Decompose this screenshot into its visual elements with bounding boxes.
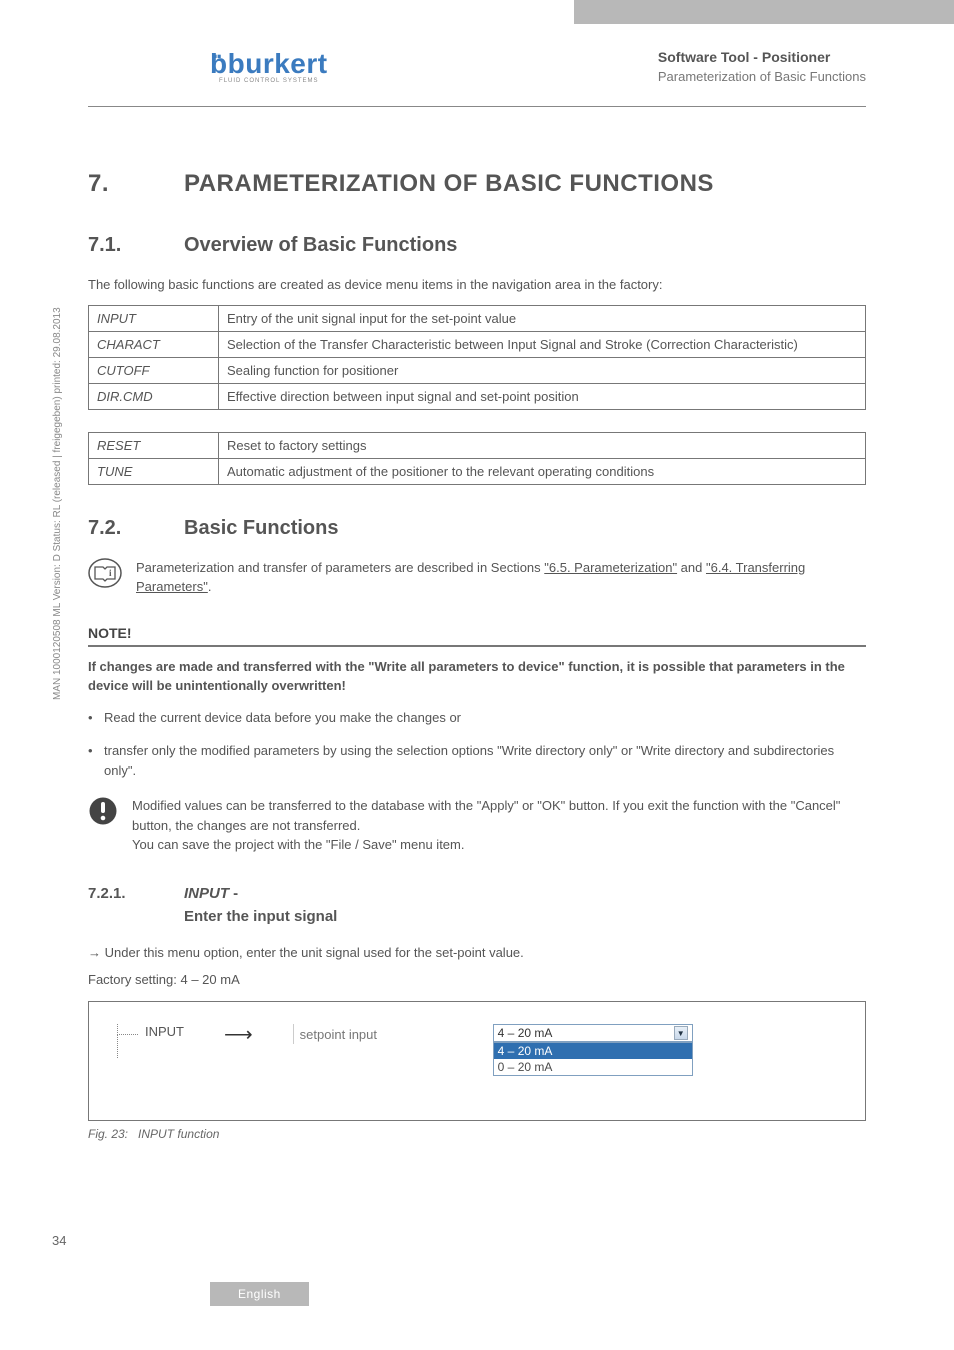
svg-text:i: i [109, 568, 112, 578]
warning-text: Modified values can be transferred to th… [132, 796, 866, 855]
table-row: CHARACTSelection of the Transfer Charact… [89, 331, 866, 357]
doc-subtitle: Parameterization of Basic Functions [658, 69, 866, 84]
chevron-down-icon[interactable]: ▼ [674, 1026, 688, 1040]
table-row: DIR.CMDEffective direction between input… [89, 383, 866, 409]
note-bullets: Read the current device data before you … [88, 708, 866, 781]
table-row: INPUTEntry of the unit signal input for … [89, 305, 866, 331]
functions-table-2: RESETReset to factory settings TUNEAutom… [88, 432, 866, 485]
warning-callout: Modified values can be transferred to th… [88, 796, 866, 855]
brand-logo: bburkert FLUID CONTROL SYSTEMS [210, 48, 328, 84]
heading-7-1: 7.1. Overview of Basic Functions [88, 234, 866, 257]
func-name: RESET [89, 432, 219, 458]
tree-node-input[interactable]: INPUT [117, 1024, 184, 1039]
func-name: CHARACT [89, 331, 219, 357]
heading-7-2-1: 7.2.1. INPUT - [88, 885, 866, 902]
dropdown-selected-value: 4 – 20 mA [498, 1026, 553, 1040]
intro-text: The following basic functions are create… [88, 275, 866, 295]
info-book-icon: i [88, 558, 122, 588]
info-callout: i Parameterization and transfer of param… [88, 558, 866, 597]
func-desc: Entry of the unit signal input for the s… [219, 305, 866, 331]
instruction-text: Under this menu option, enter the unit s… [88, 943, 866, 963]
dropdown-option[interactable]: 4 – 20 mA [494, 1043, 692, 1059]
warning-line1: Modified values can be transferred to th… [132, 796, 866, 835]
functions-table-1: INPUTEntry of the unit signal input for … [88, 305, 866, 410]
dropdown-option[interactable]: 0 – 20 mA [494, 1059, 692, 1075]
func-name: DIR.CMD [89, 383, 219, 409]
heading-7-2-1-dash: - [229, 885, 238, 902]
heading-7-2-num: 7.2. [88, 517, 184, 540]
heading-7-2-1-num: 7.2.1. [88, 885, 184, 902]
exclamation-icon [88, 796, 118, 826]
table-row: CUTOFFSealing function for positioner [89, 357, 866, 383]
header-accent-block [574, 0, 954, 24]
figure-caption: Fig. 23: INPUT function [88, 1127, 866, 1141]
func-name: TUNE [89, 458, 219, 484]
warning-line2: You can save the project with the "File … [132, 835, 866, 855]
note-heading: NOTE! [88, 625, 866, 647]
arrow-right-icon: ⟶ [224, 1022, 253, 1047]
heading-7-2-1-em: INPUT [184, 885, 229, 902]
table-row: TUNEAutomatic adjustment of the position… [89, 458, 866, 484]
heading-7-2-1-line2: Enter the input signal [184, 908, 866, 925]
header-divider [88, 106, 866, 107]
func-desc: Selection of the Transfer Characteristic… [219, 331, 866, 357]
info-pre: Parameterization and transfer of paramet… [136, 560, 544, 575]
heading-7-2: 7.2. Basic Functions [88, 517, 866, 540]
heading-7-2-title: Basic Functions [184, 517, 338, 540]
info-text: Parameterization and transfer of paramet… [136, 558, 866, 597]
link-parameterization[interactable]: "6.5. Parameterization" [544, 560, 677, 575]
heading-7: 7. PARAMETERIZATION OF BASIC FUNCTIONS [88, 170, 866, 198]
func-name: CUTOFF [89, 357, 219, 383]
doc-title: Software Tool - Positioner [658, 49, 866, 65]
note-warning-text: If changes are made and transferred with… [88, 657, 866, 696]
figure-caption-text: INPUT function [138, 1127, 219, 1141]
setpoint-input-dropdown[interactable]: 4 – 20 mA ▼ [493, 1024, 693, 1042]
table-row: RESETReset to factory settings [89, 432, 866, 458]
list-item: transfer only the modified parameters by… [88, 741, 866, 780]
func-desc: Automatic adjustment of the positioner t… [219, 458, 866, 484]
heading-7-title: PARAMETERIZATION OF BASIC FUNCTIONS [184, 170, 714, 198]
info-mid: and [677, 560, 706, 575]
heading-7-1-num: 7.1. [88, 234, 184, 257]
info-end: . [208, 579, 212, 594]
figure-caption-label: Fig. 23: [88, 1127, 128, 1141]
language-tab: English [210, 1282, 309, 1306]
heading-7-num: 7. [88, 170, 184, 198]
func-desc: Sealing function for positioner [219, 357, 866, 383]
func-desc: Reset to factory settings [219, 432, 866, 458]
field-label-setpoint: setpoint input [293, 1024, 453, 1044]
page-number: 34 [52, 1233, 66, 1248]
figure-23: INPUT ⟶ setpoint input 4 – 20 mA ▼ 4 – 2… [88, 1001, 866, 1121]
heading-7-1-title: Overview of Basic Functions [184, 234, 457, 257]
factory-setting: Factory setting: 4 – 20 mA [88, 972, 866, 987]
dropdown-list: 4 – 20 mA 0 – 20 mA [493, 1042, 693, 1076]
func-desc: Effective direction between input signal… [219, 383, 866, 409]
list-item: Read the current device data before you … [88, 708, 866, 728]
func-name: INPUT [89, 305, 219, 331]
side-print-info: MAN 1000120508 ML Version: D Status: RL … [52, 307, 63, 700]
logo-text: burkert [228, 48, 328, 79]
